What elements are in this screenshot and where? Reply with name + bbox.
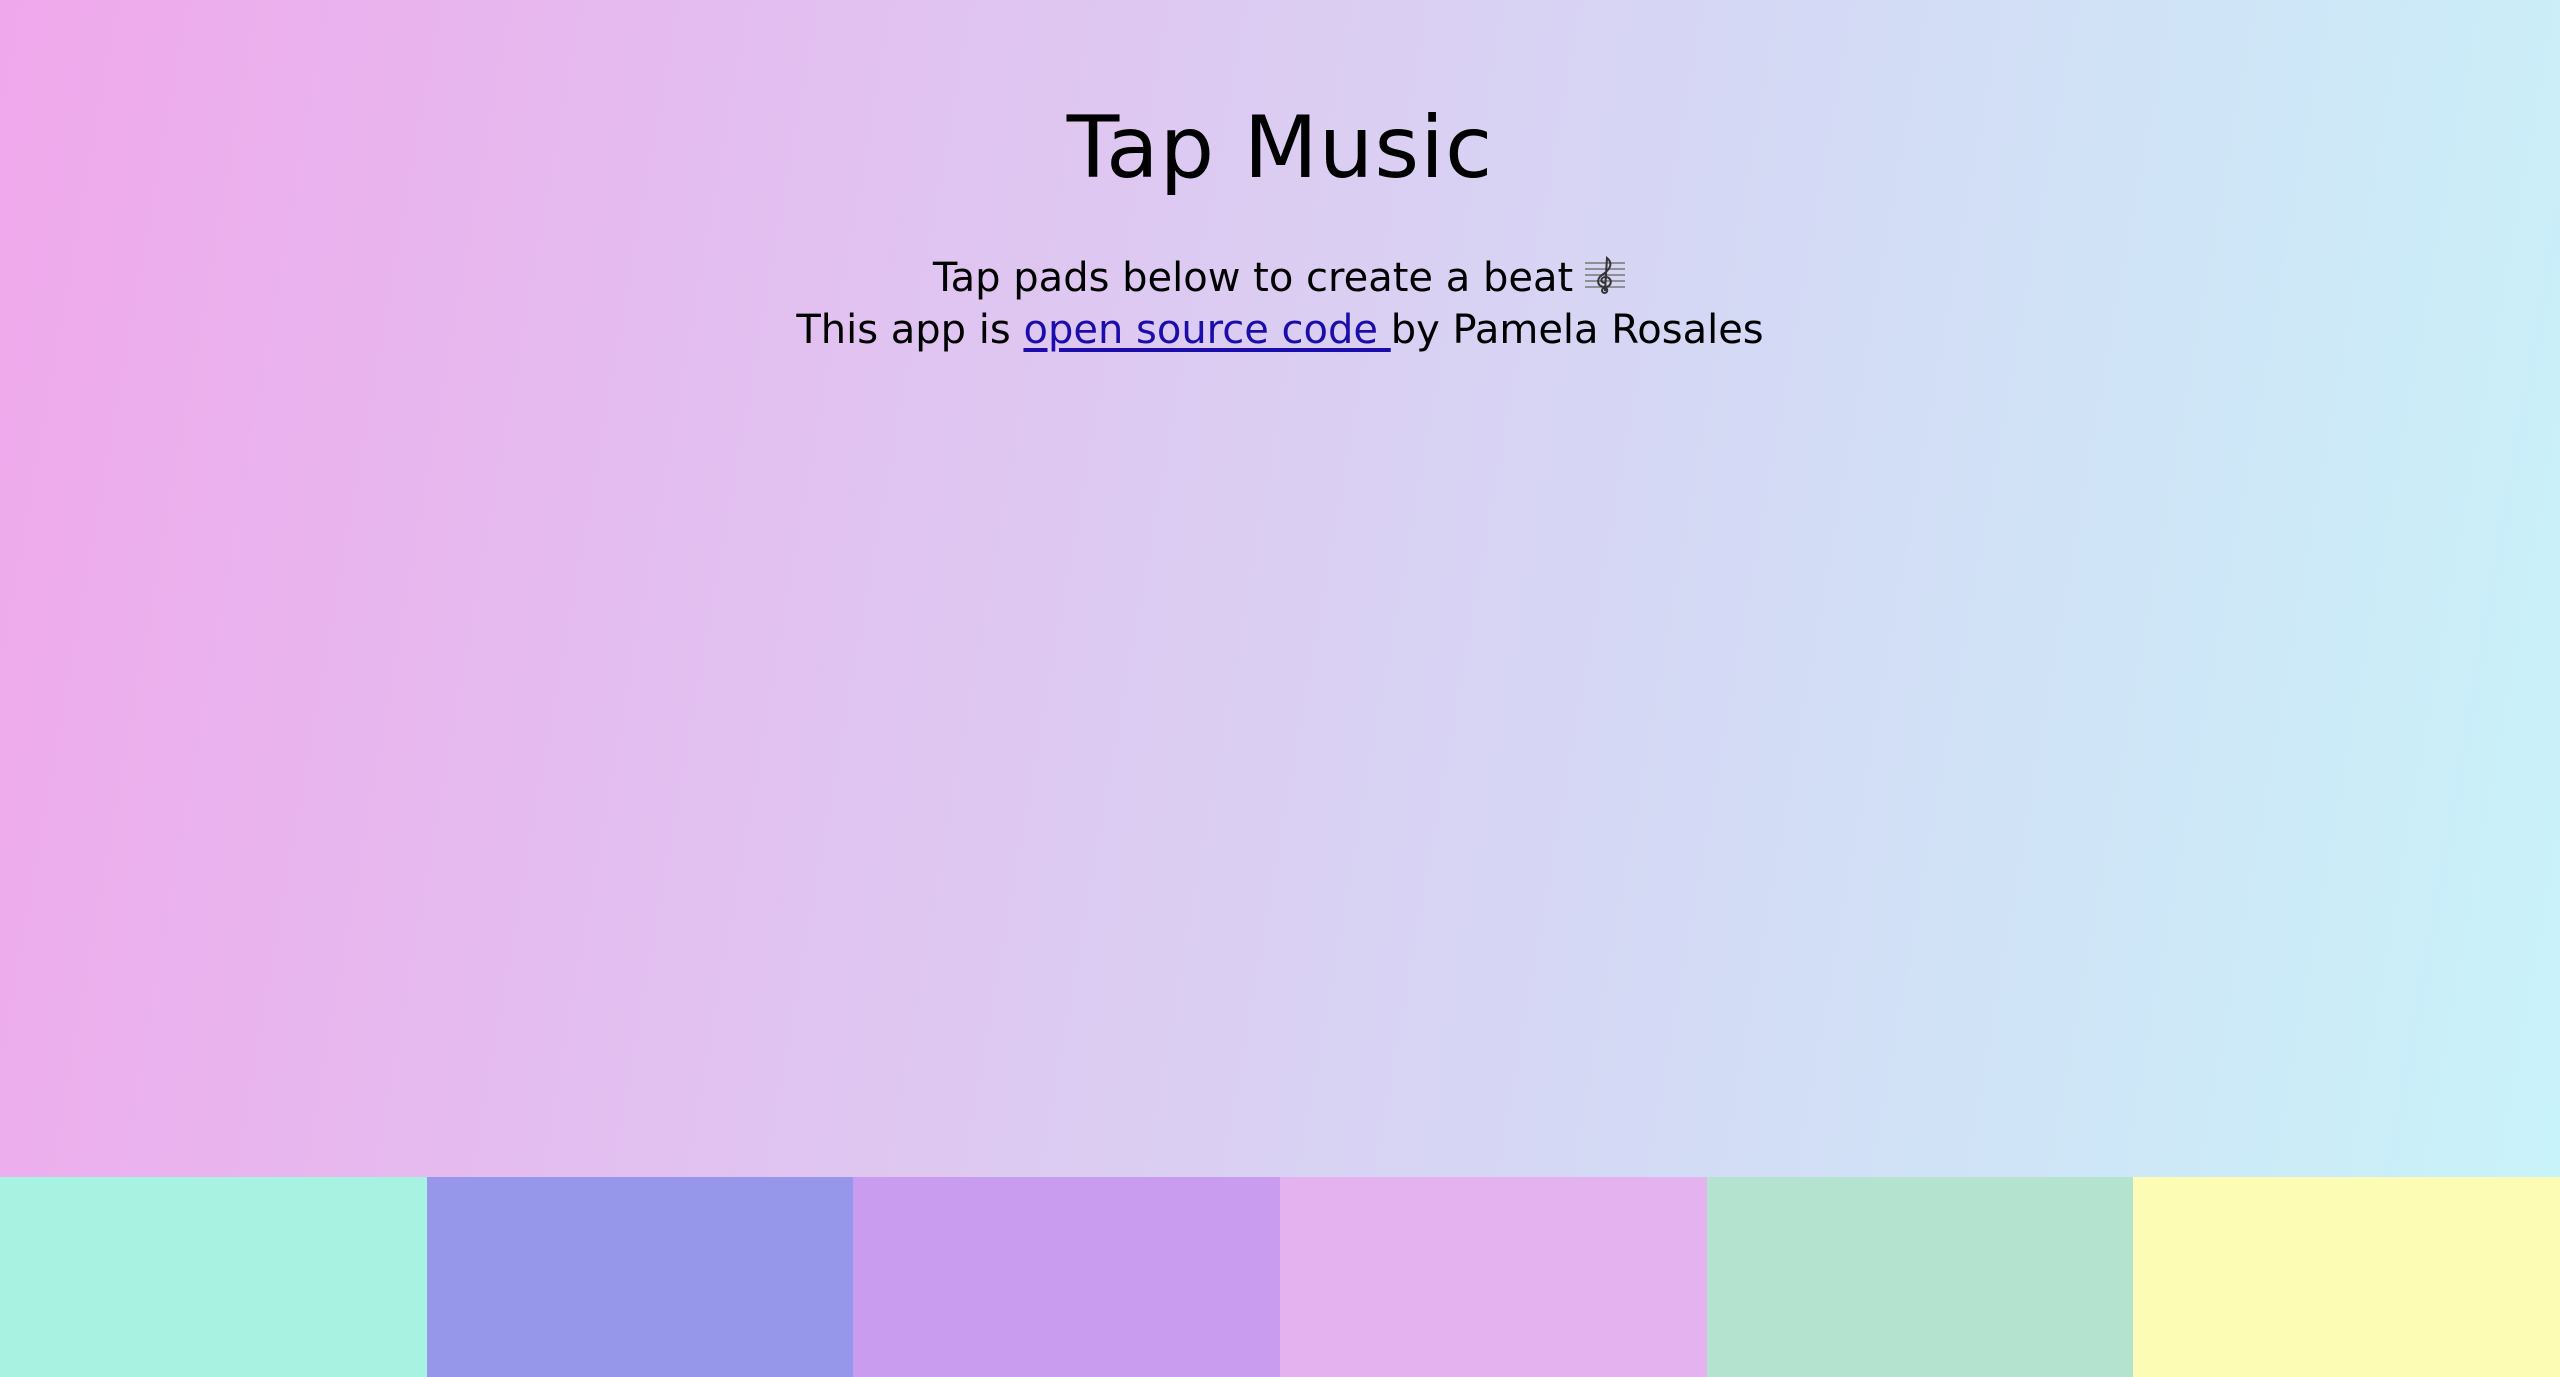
pad-2[interactable] — [426, 1177, 854, 1377]
credit-author: by Pamela Rosales — [1390, 307, 1764, 353]
instruction-line: Tap pads below to create a beat — [0, 252, 2560, 304]
pad-4[interactable] — [1280, 1177, 1707, 1377]
open-source-link[interactable]: open source code — [1023, 307, 1390, 353]
treble-clef-icon — [1583, 255, 1627, 295]
pads — [0, 1177, 2560, 1377]
credit-line: This app is open source code by Pamela R… — [0, 304, 2560, 356]
instruction-text: Tap pads below to create a beat — [932, 255, 1574, 301]
pad-3[interactable] — [853, 1177, 1281, 1377]
pad-1[interactable] — [0, 1177, 427, 1377]
pad-5[interactable] — [1706, 1177, 2134, 1377]
pad-6[interactable] — [2133, 1177, 2560, 1377]
credit-prefix: This app is — [796, 307, 1024, 353]
subtitle: Tap pads below to create a beat This app… — [0, 252, 2560, 356]
page-title: Tap Music — [1066, 98, 1494, 198]
